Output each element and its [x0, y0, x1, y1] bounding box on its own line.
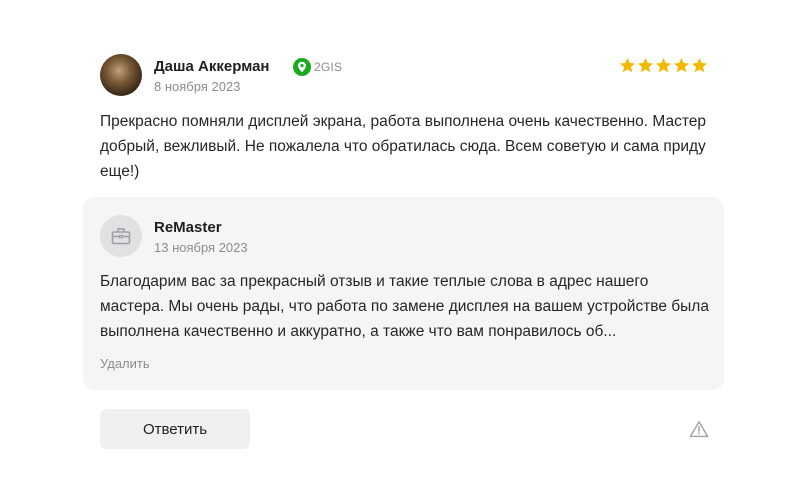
author-name[interactable]: Даша Аккерман	[154, 58, 270, 75]
source-label: 2GIS	[314, 60, 343, 74]
review-date: 8 ноября 2023	[154, 79, 241, 94]
warning-triangle-icon[interactable]	[689, 420, 709, 438]
reply-button[interactable]: Ответить	[100, 409, 250, 449]
star-icon	[619, 58, 636, 73]
company-avatar	[100, 215, 142, 257]
2gis-pin-icon	[293, 58, 311, 76]
review-text: Прекрасно помняли дисплей экрана, работа…	[100, 113, 706, 180]
reply-date: 13 ноября 2023	[154, 240, 248, 255]
delete-reply-link[interactable]: Удалить	[100, 356, 150, 371]
star-icon	[655, 58, 672, 73]
company-name: ReMaster	[154, 219, 222, 236]
star-icon	[673, 58, 690, 73]
briefcase-icon	[111, 228, 131, 245]
star-icon	[691, 58, 708, 73]
reply-text[interactable]: Благодарим вас за прекрасный отзыв и так…	[100, 269, 712, 344]
star-icon	[637, 58, 654, 73]
source-badge: 2GIS	[293, 58, 342, 76]
author-avatar[interactable]	[100, 54, 142, 96]
review-page: Даша Аккерман 2GIS 8 ноября 2023 Прекрас…	[0, 0, 805, 501]
rating-stars	[619, 57, 708, 75]
